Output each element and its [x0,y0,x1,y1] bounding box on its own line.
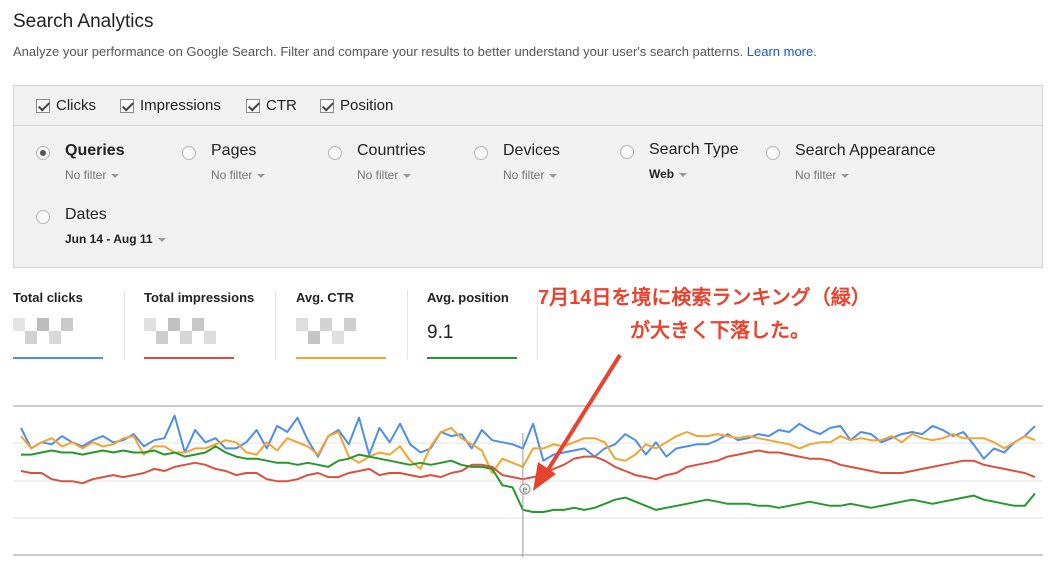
radio-icon[interactable] [182,146,196,160]
metric-total-impressions[interactable]: Total impressions [144,290,255,359]
radio-icon[interactable] [328,146,342,160]
dimension-pages-filter[interactable]: No filter [211,168,266,182]
position-checkbox-label: Position [340,97,394,114]
metric-label: Total impressions [144,290,255,305]
annotation-line-1: 7月14日を境に検索ランキング（緑） [538,287,871,309]
metric-avg-position[interactable]: Avg. position 9.1 [427,290,527,359]
dimension-search-type-filter[interactable]: Web [649,167,688,181]
dimension-queries-label: Queries [65,142,125,159]
performance-line-chart[interactable]: e [13,405,1043,557]
metric-total-clicks[interactable]: Total clicks [13,290,103,359]
metric-label: Avg. CTR [296,290,355,305]
filter-value: No filter [503,168,545,182]
caret-down-icon [257,173,266,178]
filter-value: Jun 14 - Aug 11 [65,232,153,246]
caret-down-icon [841,173,850,178]
dimension-pages-label: Pages [211,142,257,159]
learn-more-link[interactable]: Learn more. [747,44,817,59]
series-line-2[interactable] [20,449,1036,485]
dimension-search-type-label: Search Type [649,141,739,158]
metric-divider [124,290,125,360]
radio-icon[interactable] [766,146,780,160]
metric-divider [407,290,408,360]
page-title: Search Analytics [13,11,154,32]
check-icon [36,98,50,113]
metric-avg-ctr[interactable]: Avg. CTR [296,290,386,359]
dimension-devices-filter[interactable]: No filter [503,168,558,182]
dimension-queries-filter[interactable]: No filter [65,168,120,182]
impressions-checkbox[interactable]: Impressions [120,97,221,114]
page-subtitle: Analyze your performance on Google Searc… [13,44,817,59]
metric-toggle-bar: Clicks Impressions CTR Position [14,86,1042,126]
dimension-devices-label: Devices [503,142,560,159]
clicks-checkbox[interactable]: Clicks [36,97,96,114]
dimension-search-appearance-label: Search Appearance [795,142,936,159]
filter-value: Web [649,167,675,181]
caret-down-icon [679,172,688,177]
clicks-checkbox-label: Clicks [56,97,96,114]
dimension-search-appearance-filter[interactable]: No filter [795,168,850,182]
check-icon [320,98,334,113]
radio-selected-icon[interactable] [36,146,50,160]
annotation-marker-label: e [522,485,527,495]
metric-color-line [13,357,103,359]
check-icon [246,98,260,113]
radio-icon[interactable] [620,145,634,159]
annotation-line-2: が大きく下落した。 [630,320,810,342]
series-line-0[interactable] [20,414,1036,462]
metric-color-line [296,357,386,359]
caret-down-icon [111,173,120,178]
annotation-text: 7月14日を境に検索ランキング（緑） が大きく下落した。 [538,282,938,348]
metric-label: Total clicks [13,290,83,305]
filter-value: No filter [65,168,107,182]
filter-panel: Clicks Impressions CTR Position Queries … [13,85,1043,268]
caret-down-icon [157,237,166,242]
radio-icon[interactable] [36,210,50,224]
redacted-value [144,318,216,344]
metric-label: Avg. position [427,290,509,305]
redacted-value [13,318,73,344]
ctr-checkbox[interactable]: CTR [246,97,297,114]
filter-value: No filter [795,168,837,182]
metric-color-line [427,357,517,359]
metric-divider [275,290,276,360]
filter-value: No filter [357,168,399,182]
subtitle-text: Analyze your performance on Google Searc… [13,44,744,59]
caret-down-icon [403,173,412,178]
metric-value: 9.1 [427,322,454,343]
check-icon [120,98,134,113]
caret-down-icon [549,173,558,178]
position-checkbox[interactable]: Position [320,97,393,114]
chart-grid [13,405,1043,556]
chart-series [20,414,1036,513]
redacted-value [296,318,356,344]
filter-value: No filter [211,168,253,182]
radio-icon[interactable] [474,146,488,160]
impressions-checkbox-label: Impressions [140,97,221,114]
dimension-countries-filter[interactable]: No filter [357,168,412,182]
ctr-checkbox-label: CTR [266,97,297,114]
dimension-dates-filter[interactable]: Jun 14 - Aug 11 [65,232,166,246]
dimension-dates-label: Dates [65,206,107,223]
dimension-countries-label: Countries [357,142,426,159]
metric-color-line [144,357,234,359]
chart-marker: e [519,433,531,557]
